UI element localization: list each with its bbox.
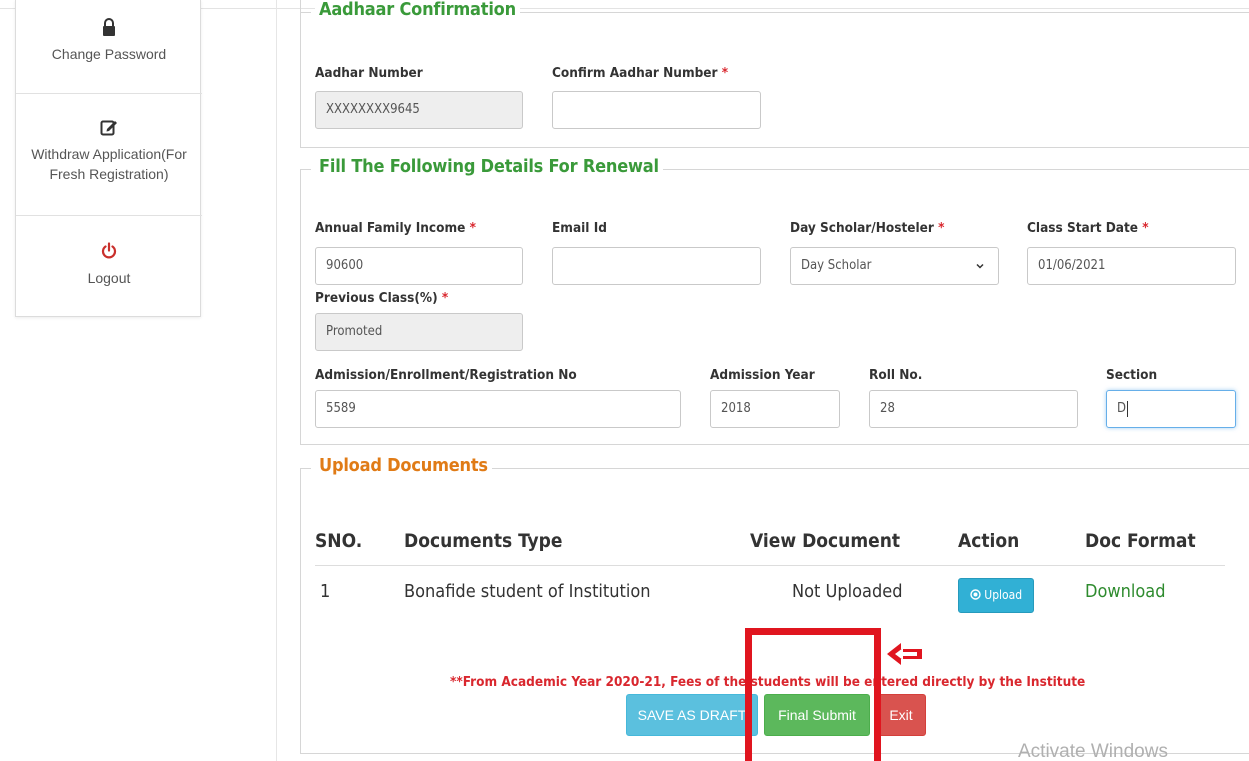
chevron-down-icon	[976, 263, 984, 269]
upload-button[interactable]: Upload	[958, 578, 1034, 613]
email-label: Email Id	[552, 220, 607, 236]
highlight-annotation-box	[745, 628, 881, 761]
power-icon	[101, 242, 117, 259]
arrow-left-icon	[887, 643, 922, 665]
admission-year-label: Admission Year	[710, 367, 815, 383]
annual-income-label: Annual Family Income *	[315, 220, 476, 236]
text-cursor	[1127, 400, 1129, 417]
save-as-draft-button[interactable]: SAVE AS DRAFT	[626, 694, 758, 736]
table-cell-view-document: Not Uploaded	[792, 581, 903, 602]
table-header-view-document: View Document	[750, 530, 901, 552]
legend-line	[301, 169, 311, 170]
section-value: D	[1117, 401, 1127, 416]
sidebar-divider	[16, 93, 202, 94]
sidebar-item-change-password[interactable]: Change Password	[16, 18, 202, 64]
table-header-doc-format: Doc Format	[1085, 530, 1196, 552]
upload-icon	[970, 589, 981, 600]
aadhar-number-input[interactable]: XXXXXXXX9645	[315, 91, 523, 129]
sidebar: Change Password Withdraw Application(For…	[15, 0, 202, 317]
previous-class-input[interactable]: Promoted	[315, 313, 523, 351]
lock-icon	[103, 18, 115, 36]
confirm-aadhar-input[interactable]	[552, 91, 761, 129]
sidebar-item-label: Change Password	[51, 46, 167, 62]
content-divider	[276, 0, 277, 761]
upload-legend: Upload Documents	[315, 455, 492, 476]
annual-income-input[interactable]: 90600	[315, 247, 523, 285]
previous-class-label: Previous Class(%) *	[315, 290, 449, 306]
sidebar-item-label: Withdraw Application(For Fresh Registrat…	[31, 146, 187, 182]
legend-line	[512, 12, 1249, 13]
roll-no-input[interactable]: 28	[869, 390, 1078, 428]
table-header-action: Action	[958, 530, 1020, 552]
sidebar-item-label: Logout	[87, 270, 131, 286]
roll-no-label: Roll No.	[869, 367, 923, 383]
admission-no-label: Admission/Enrollment/Registration No	[315, 367, 577, 383]
legend-line	[301, 468, 311, 469]
edit-icon	[100, 120, 117, 136]
email-input[interactable]	[552, 247, 761, 285]
admission-no-input[interactable]: 5589	[315, 390, 681, 428]
table-cell-doc-type: Bonafide student of Institution	[404, 581, 651, 602]
section-label: Section	[1106, 367, 1158, 383]
aadhaar-legend: Aadhaar Confirmation	[315, 0, 520, 20]
activate-windows-watermark: Activate Windows	[1018, 741, 1168, 761]
sidebar-divider	[16, 215, 202, 216]
table-header-sno: SNO.	[315, 530, 363, 552]
section-input[interactable]: D	[1106, 390, 1236, 428]
confirm-aadhar-label: Confirm Aadhar Number *	[552, 65, 729, 81]
class-start-date-label: Class Start Date *	[1027, 220, 1149, 236]
day-scholar-select[interactable]: Day Scholar	[790, 247, 999, 285]
sidebar-item-withdraw-application[interactable]: Withdraw Application(For Fresh Registrat…	[16, 118, 202, 184]
legend-line	[301, 12, 311, 13]
exit-button[interactable]: Exit	[876, 694, 926, 736]
day-scholar-label: Day Scholar/Hosteler *	[790, 220, 945, 236]
download-link[interactable]: Download	[1085, 581, 1166, 602]
table-cell-sno: 1	[320, 581, 331, 602]
upload-button-label: Upload	[984, 588, 1023, 602]
aadhar-number-label: Aadhar Number	[315, 65, 423, 81]
renewal-legend: Fill The Following Details For Renewal	[315, 156, 663, 177]
class-start-date-input[interactable]: 01/06/2021	[1027, 247, 1236, 285]
legend-line	[652, 169, 1249, 170]
admission-year-input[interactable]: 2018	[710, 390, 840, 428]
table-divider	[315, 565, 1225, 566]
day-scholar-value: Day Scholar	[801, 258, 872, 273]
sidebar-item-logout[interactable]: Logout	[16, 242, 202, 288]
legend-line	[487, 468, 1249, 469]
table-header-doc-type: Documents Type	[404, 530, 563, 552]
